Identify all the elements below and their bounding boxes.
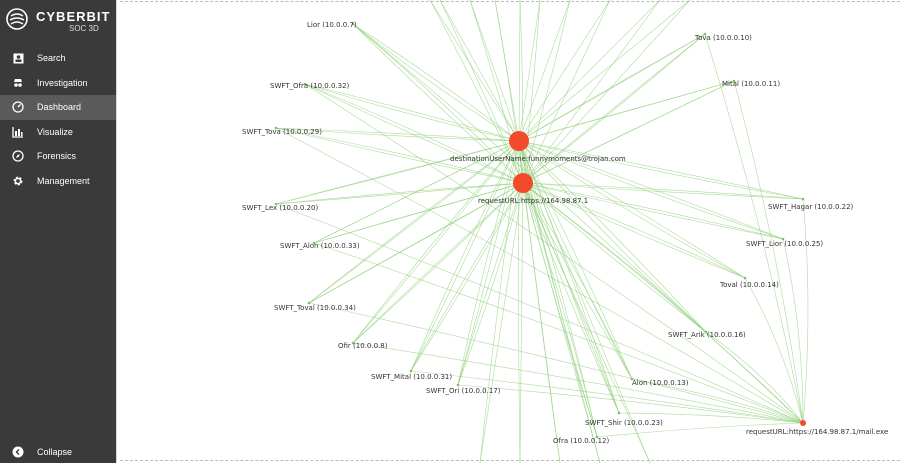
graph-node-label: SWFT_Toval (10.0.0.34) [274,304,356,312]
graph-node-label: Ofra (10.0.0.12) [553,437,609,445]
graph-edge [522,182,707,333]
graph-node[interactable]: SWFT_Toval (10.0.0.34) [274,301,356,312]
graph-node[interactable]: SWFT_Tova (10.0.0.29) [242,126,322,136]
graph-edge [782,238,804,424]
graph-node-dot[interactable] [409,369,413,373]
graph-node[interactable]: SWFT_Hagar (10.0.0.22) [768,197,854,211]
graph-node[interactable]: Tova (10.0.0.10) [694,32,752,42]
graph-node[interactable]: SWFT_Arik (10.0.0.16) [668,330,746,339]
graph-edge [352,140,520,344]
graph-edge [479,182,524,463]
graph-hub-label: destinationUserName:funnymoments@trojan.… [450,155,626,163]
graph-edges [275,0,809,463]
graph-node-label: Alon (10.0.0.13) [632,379,689,387]
graph-node[interactable]: SWFT_Ofra (10.0.0.32) [270,82,350,90]
graph-node[interactable]: Lior (10.0.0.7) [307,21,357,29]
graph-node-label: Toval (10.0.0.14) [719,281,779,289]
graph-edge [802,198,809,424]
graph-node[interactable]: SWFT_Lior (10.0.0.25) [746,237,823,248]
graph-node-label: Mital (10.0.0.11) [722,80,780,88]
graph-node[interactable]: Ofra (10.0.0.12) [553,435,609,445]
graph-edge [704,33,804,424]
graph-node-label: Lior (10.0.0.7) [307,21,357,29]
graph-node-label: SWFT_Ori (10.0.0.17) [426,387,501,395]
graph-node[interactable]: Ofir (10.0.0.8) [338,341,388,350]
graph-node-label: SWFT_Lex (10.0.0.20) [242,204,319,212]
graph-edge [457,384,804,424]
graph-node[interactable]: SWFT_Lex (10.0.0.20) [242,202,319,212]
graph-hub-label: requestURL:https://164.98.87.1/mail.exe [746,428,888,436]
graph-hub-node[interactable]: requestURL:https://164.98.87.1/mail.exe [746,420,888,436]
graph-edge [275,127,804,424]
graph-node[interactable]: SWFT_Mital (10.0.0.31) [371,369,452,381]
graph-hub-dot[interactable] [800,420,806,426]
graph-hub-label: requestURL:https://164.98.87.1 [478,197,588,205]
graph-node-label: SWFT_Lior (10.0.0.25) [746,240,823,248]
graph-edge [410,140,520,372]
graph-node[interactable]: SWFT_Alon (10.0.0.33) [280,241,360,250]
graph-node-label: SWFT_Ofra (10.0.0.32) [270,82,350,90]
graph-edge [518,0,521,142]
graph-edge [352,140,520,344]
graph-node-dot[interactable] [456,383,460,387]
graph-edge [522,182,804,424]
graph-hub-dot[interactable] [509,131,529,151]
graph-hub-dot[interactable] [513,173,533,193]
graph-node[interactable]: Alon (10.0.0.13) [630,377,689,387]
graph-node-label: SWFT_Alon (10.0.0.33) [280,242,360,250]
graph-node-label: SWFT_Mital (10.0.0.31) [371,373,452,381]
graph-node-label: SWFT_Arik (10.0.0.16) [668,331,746,339]
graph-node[interactable]: Toval (10.0.0.14) [719,276,779,289]
graph-node-label: Ofir (10.0.0.8) [338,342,388,350]
graph-edge [469,0,520,142]
link-graph[interactable]: Lior (10.0.0.7) Tova (10.0.0.10) Mital (10… [0,0,900,463]
graph-edge [308,302,804,424]
graph-edge [522,182,707,333]
graph-node-label: SWFT_Hagar (10.0.0.22) [768,203,854,211]
graph-node-label: SWFT_Tova (10.0.0.29) [242,128,322,136]
graph-edge [518,0,661,142]
graph-node[interactable]: SWFT_Shir (10.0.0.23) [585,411,663,427]
graph-node-dot[interactable] [801,197,805,201]
graph-node-dot[interactable] [743,276,747,280]
graph-edge [275,203,804,424]
graph-edge [410,140,520,372]
graph-node-dot[interactable] [617,411,621,415]
graph-node-label: SWFT_Shir (10.0.0.23) [585,419,663,427]
graph-edge [518,33,706,142]
graph-edge [519,182,524,463]
graph-node[interactable]: Mital (10.0.0.11) [722,79,780,88]
graph-node-label: Tova (10.0.0.10) [694,34,752,42]
